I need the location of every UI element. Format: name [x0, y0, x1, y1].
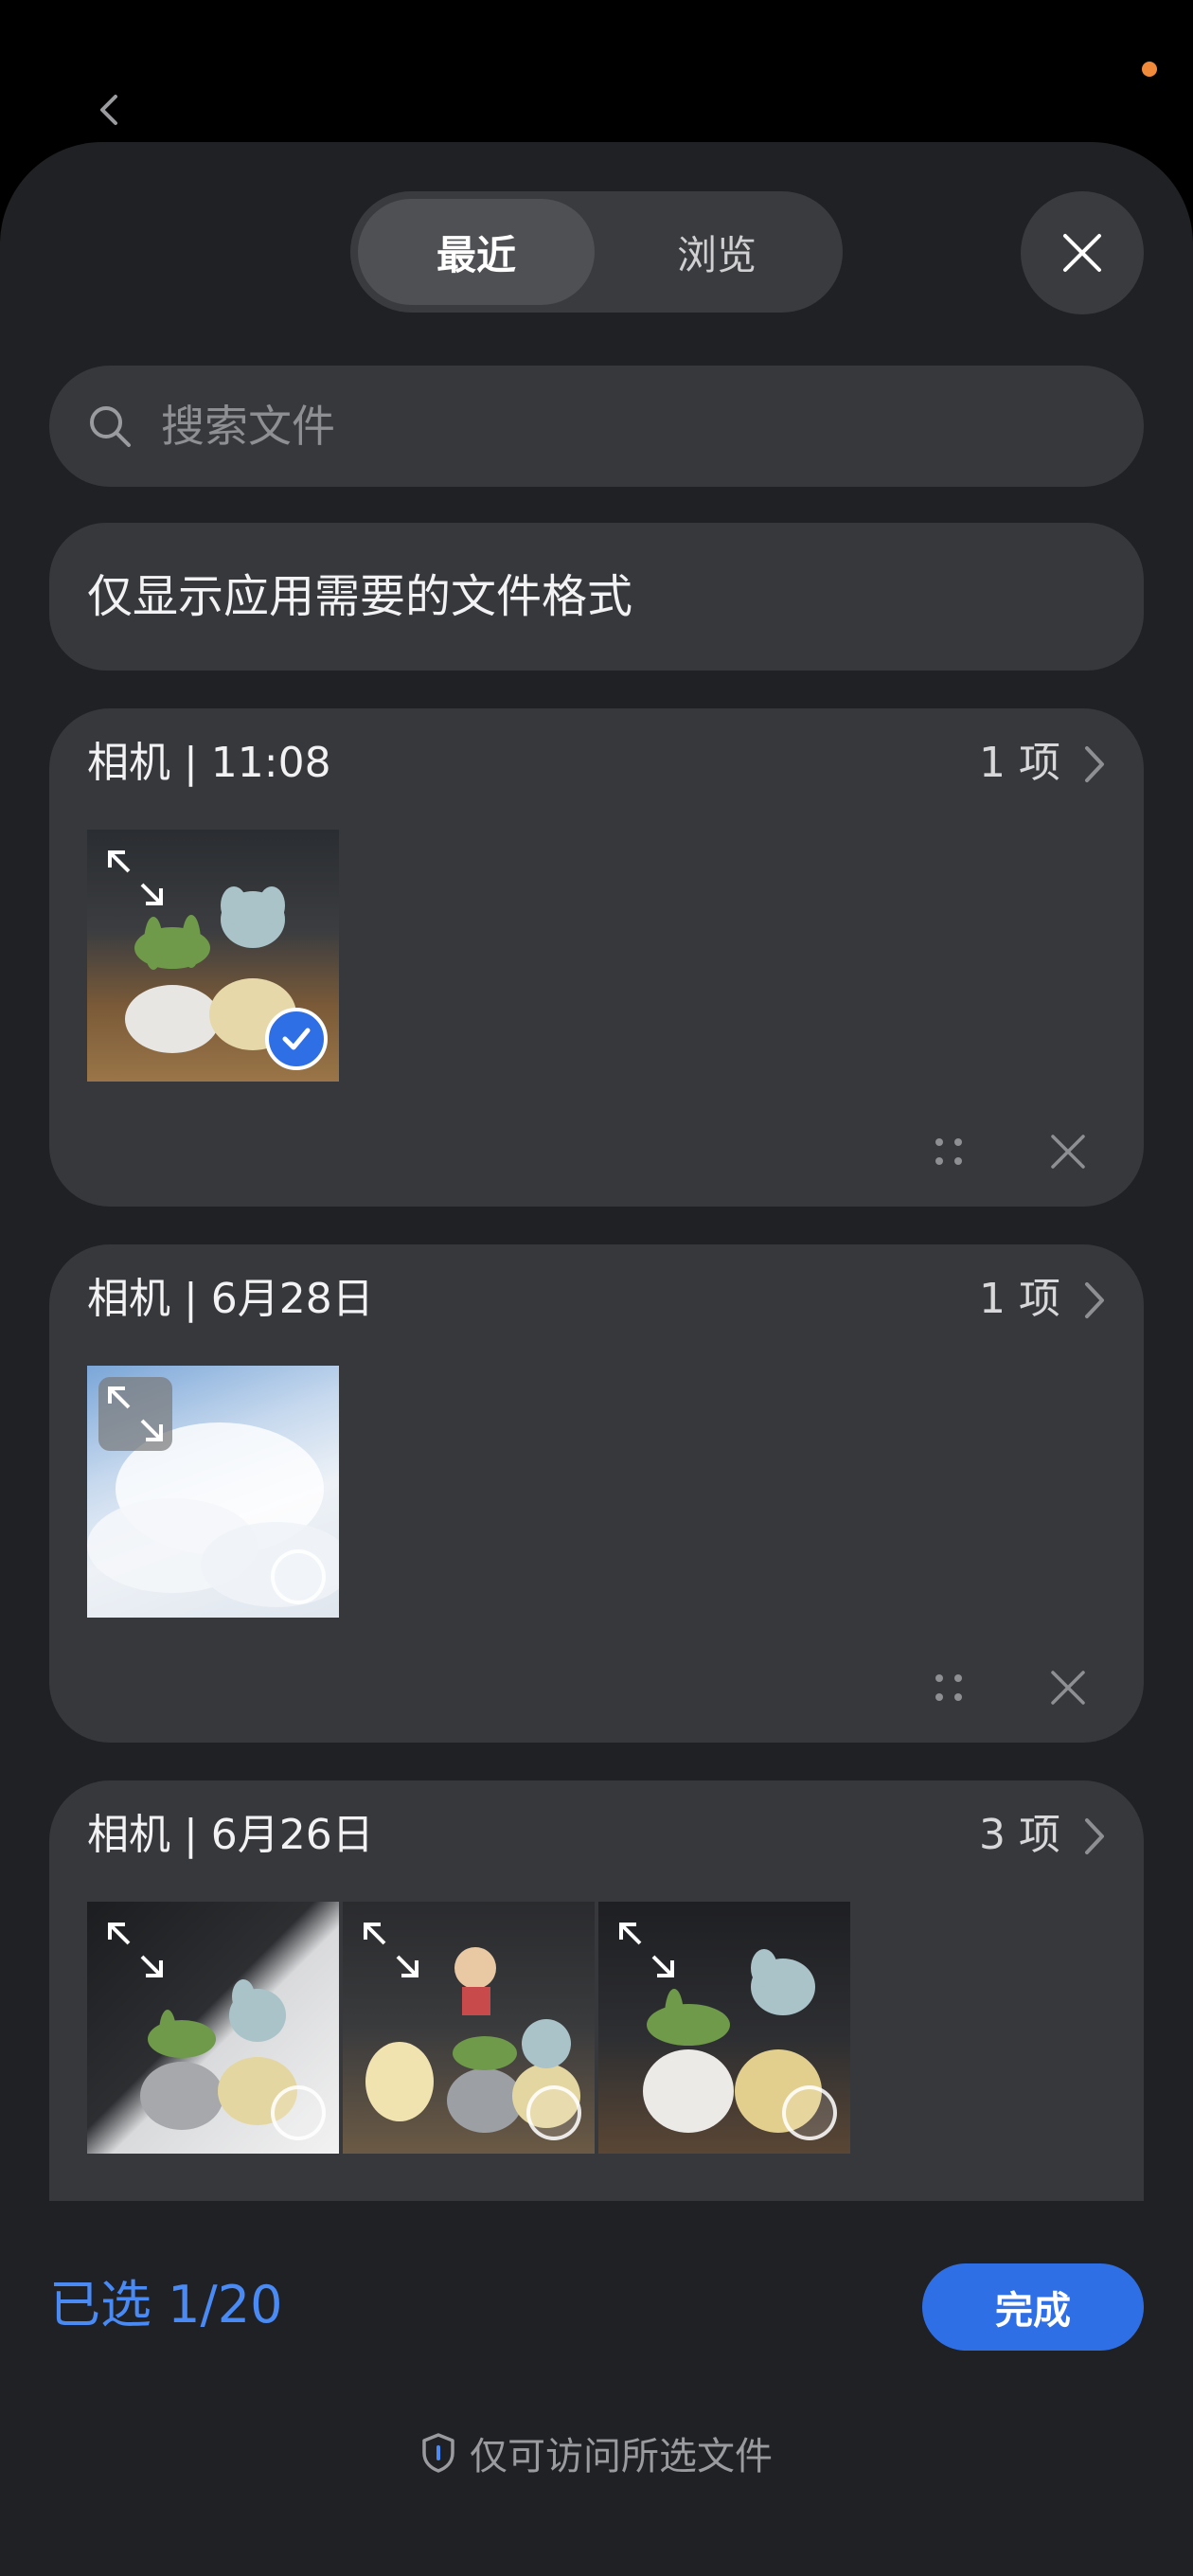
group-title: 相机 | 6月26日 [87, 1811, 374, 1859]
group-count[interactable]: 1 项 [979, 735, 1060, 792]
chevron-right-icon[interactable] [1083, 744, 1106, 784]
back-arrow-icon[interactable] [91, 91, 129, 129]
done-button[interactable]: 完成 [922, 2263, 1144, 2351]
select-checkbox[interactable] [271, 1549, 326, 1604]
photo-thumbnail[interactable] [343, 1902, 595, 2154]
chevron-right-icon[interactable] [1083, 1280, 1106, 1320]
selection-footer: 已选 1/20 完成 仅可访问所选文件 [0, 2201, 1193, 2576]
group-title: 相机 | 6月28日 [87, 1275, 374, 1323]
select-checkbox[interactable] [271, 2085, 326, 2140]
format-filter-label: 仅显示应用需要的文件格式 [87, 570, 633, 623]
tab-recent[interactable]: 最近 [358, 199, 595, 305]
remove-icon[interactable] [1049, 1669, 1087, 1707]
selected-check[interactable] [265, 1008, 328, 1070]
format-filter-toggle[interactable]: 仅显示应用需要的文件格式 [49, 523, 1144, 671]
file-group-card: 相机 | 11:08 1 项 [49, 708, 1144, 1207]
expand-icon[interactable] [612, 1915, 682, 1985]
file-group-card: 相机 | 6月28日 1 项 [49, 1244, 1144, 1743]
group-count[interactable]: 3 项 [979, 1807, 1060, 1864]
top-bar [0, 0, 1193, 142]
group-count[interactable]: 1 项 [979, 1271, 1060, 1328]
select-checkbox[interactable] [526, 2085, 581, 2140]
drag-handle-icon[interactable] [930, 1669, 968, 1707]
photo-thumbnail[interactable] [87, 1902, 339, 2154]
tab-browse[interactable]: 浏览 [598, 199, 835, 305]
check-icon [282, 1028, 311, 1050]
group-title: 相机 | 11:08 [87, 739, 331, 787]
drag-handle-icon[interactable] [930, 1133, 968, 1171]
remove-icon[interactable] [1049, 1133, 1087, 1171]
shield-icon [422, 2433, 454, 2473]
expand-icon[interactable] [100, 1915, 170, 1985]
search-icon [90, 406, 131, 447]
photo-thumbnail[interactable] [87, 830, 339, 1082]
tab-switcher: 最近 浏览 [350, 191, 843, 313]
expand-icon[interactable] [356, 1915, 426, 1985]
selected-count: 已选 1/20 [49, 2275, 283, 2334]
photo-thumbnail[interactable] [598, 1902, 850, 2154]
close-icon [1063, 234, 1101, 272]
expand-icon[interactable] [100, 1379, 170, 1449]
search-placeholder: 搜索文件 [161, 401, 335, 452]
photo-thumbnail[interactable] [87, 1366, 339, 1618]
search-field[interactable]: 搜索文件 [49, 366, 1144, 487]
chevron-right-icon[interactable] [1083, 1816, 1106, 1856]
select-checkbox[interactable] [782, 2085, 837, 2140]
privacy-notice: 仅可访问所选文件 [0, 2424, 1193, 2481]
expand-icon[interactable] [100, 843, 170, 913]
notification-dot [1142, 62, 1157, 77]
privacy-text: 仅可访问所选文件 [470, 2435, 773, 2478]
close-button[interactable] [1021, 191, 1144, 314]
